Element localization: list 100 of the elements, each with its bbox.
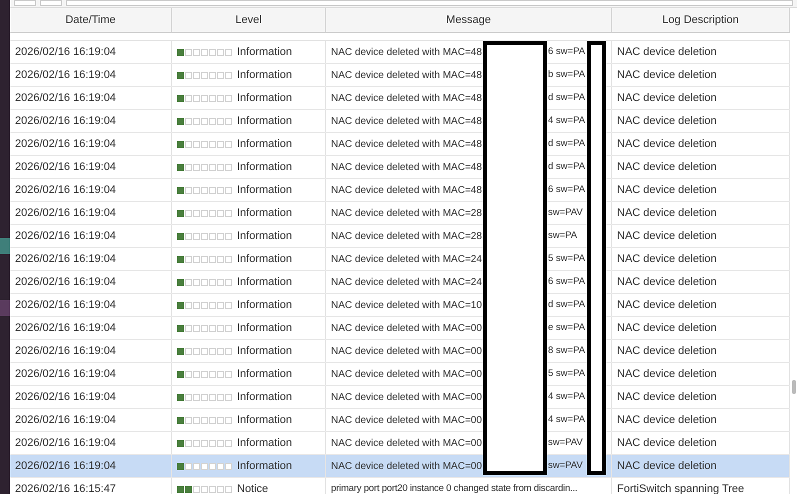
level-text: Information [237,206,292,221]
log-description-text: NAC device deletion [617,68,717,83]
level-text: Information [237,114,292,129]
log-description-text: NAC device deletion [617,44,717,60]
log-description-text: NAC device deletion [617,320,717,336]
level-text: Information [237,90,292,106]
message-text: d sw=PA [548,160,586,174]
message-text: NAC device deleted with MAC=48 [331,68,482,82]
log-description-text: NAC device deletion [617,206,717,221]
date-time-text: 2026/02/16 16:19:04 [15,344,116,359]
message-text: 6 sw=PA [548,44,586,59]
message-text: NAC device deleted with MAC=00 [331,414,482,428]
log-description-text: NAC device deletion [617,390,717,405]
log-description-text: NAC device deletion [617,366,717,382]
level-text: Information [237,252,292,267]
level-text: Notice [237,482,268,494]
column-header[interactable]: Level [172,8,326,32]
log-description-text: NAC device deletion [617,114,717,129]
column-header[interactable]: Log Description [612,8,790,32]
date-time-text: 2026/02/16 16:19:04 [15,68,116,83]
date-time-text: 2026/02/16 16:19:04 [15,458,116,474]
level-text: Information [237,390,292,405]
level-text: Information [237,366,292,382]
message-text: sw=PA [548,228,578,243]
date-time-text: 2026/02/16 16:19:04 [15,390,116,405]
message-text: 4 sw=PA [548,390,586,404]
message-text: 4 sw=PA [548,114,586,128]
level-text: Information [237,458,292,474]
column-header[interactable]: Date/Time [10,8,172,32]
level-text: Information [237,320,292,336]
message-text: NAC device deleted with MAC=48 [331,46,482,60]
message-text: NAC device deleted with MAC=00 [331,460,482,474]
message-text: NAC device deleted with MAC=48 [331,160,482,174]
date-time-text: 2026/02/16 16:19:04 [15,44,116,60]
message-text: 4 sw=PA [548,412,586,427]
message-text: sw=PAV [548,458,583,473]
message-text: NAC device deleted with MAC=10 [331,298,482,312]
log-description-text: NAC device deletion [617,160,717,175]
date-time-text: 2026/02/16 16:19:04 [15,182,116,198]
message-text: primary port port20 instance 0 changed state from discardin... [331,482,578,494]
log-description-text: NAC device deletion [617,436,717,451]
level-text: Information [237,298,292,313]
log-description-text: NAC device deletion [617,344,717,359]
message-text: NAC device deleted with MAC=48 [331,138,482,152]
log-description-text: NAC device deletion [617,274,717,290]
log-description-text: NAC device deletion [617,182,717,198]
date-time-text: 2026/02/16 16:19:04 [15,412,116,428]
message-text: 6 sw=PA [548,182,586,197]
level-text: Information [237,68,292,83]
message-text: NAC device deleted with MAC=24 [331,252,482,266]
level-text: Information [237,136,292,152]
level-text: Information [237,412,292,428]
log-description-text: NAC device deletion [617,90,717,106]
level-text: Information [237,44,292,60]
message-text: e sw=PA [548,320,586,335]
message-text: NAC device deleted with MAC=48 [331,114,482,128]
level-text: Information [237,160,292,175]
log-description-text: NAC device deletion [617,412,717,428]
message-text: d sw=PA [548,90,586,105]
message-text: NAC device deleted with MAC=00 [331,322,482,336]
date-time-text: 2026/02/16 16:19:04 [15,252,116,267]
log-description-text: NAC device deletion [617,136,717,152]
toolbar-button[interactable] [40,0,62,6]
column-header[interactable]: Message [326,8,612,32]
date-time-text: 2026/02/16 16:19:04 [15,90,116,106]
message-text: 8 sw=PA [548,344,586,358]
date-time-text: 2026/02/16 16:15:47 [15,482,116,494]
date-time-text: 2026/02/16 16:19:04 [15,366,116,382]
date-time-text: 2026/02/16 16:19:04 [15,136,116,152]
date-time-text: 2026/02/16 16:19:04 [15,160,116,175]
message-text: 5 sw=PA [548,366,586,381]
message-text: 6 sw=PA [548,274,586,289]
log-description-text: NAC device deletion [617,298,717,313]
level-text: Information [237,274,292,290]
level-text: Information [237,182,292,198]
date-time-text: 2026/02/16 16:19:04 [15,298,116,313]
date-time-text: 2026/02/16 16:19:04 [15,320,116,336]
message-text: NAC device deleted with MAC=48 [331,92,482,106]
message-text: NAC device deleted with MAC=00 [331,344,482,358]
level-text: Information [237,344,292,359]
message-text: NAC device deleted with MAC=00 [331,436,482,450]
message-text: 5 sw=PA [548,252,586,266]
log-description-text: NAC device deletion [617,228,717,244]
scrollbar-thumb[interactable] [792,380,796,394]
message-text: sw=PAV [548,206,583,220]
level-text: Information [237,436,292,451]
filter-field[interactable] [66,0,793,6]
message-text: NAC device deleted with MAC=00 [331,390,482,404]
date-time-text: 2026/02/16 16:19:04 [15,436,116,451]
message-text: d sw=PA [548,298,586,312]
toolbar-button[interactable] [14,0,36,6]
log-description-text: NAC device deletion [617,458,717,474]
date-time-text: 2026/02/16 16:19:04 [15,114,116,129]
message-text: NAC device deleted with MAC=28 [331,206,482,220]
message-text: NAC device deleted with MAC=24 [331,276,482,290]
date-time-text: 2026/02/16 16:19:04 [15,228,116,244]
message-text: NAC device deleted with MAC=28 [331,230,482,244]
message-text: NAC device deleted with MAC=48 [331,184,482,198]
message-text: sw=PAV [548,436,583,450]
log-row[interactable]: 2026/02/16 16:19:04 Information NAC device deleted with MAC=00 sw=PAV NAC device deletion [10,455,790,478]
